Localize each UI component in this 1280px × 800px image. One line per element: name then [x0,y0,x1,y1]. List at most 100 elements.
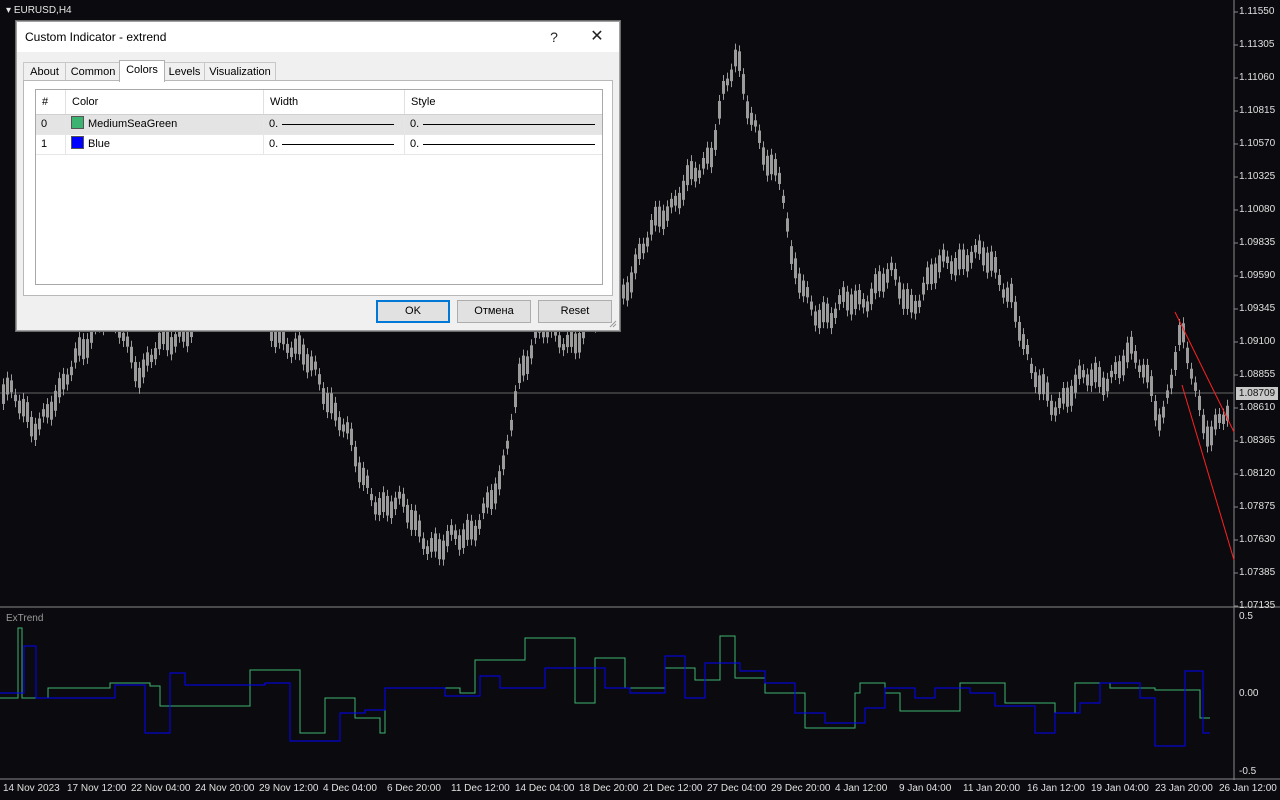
candle-body [454,530,457,540]
candle-body [1134,351,1137,363]
candle-body [1194,382,1197,391]
candle-body [70,366,73,376]
candle-body [478,520,481,529]
time-axis-label: 9 Jan 04:00 [899,783,952,794]
candle-body [482,503,485,514]
style-cell[interactable]: 0. [405,115,602,134]
tab-visualization[interactable]: Visualization [204,62,276,81]
candle-body [766,155,769,176]
ok-button[interactable]: OK [376,300,450,323]
tab-colors[interactable]: Colors [119,60,165,82]
indicator-canvas [0,608,1280,780]
candle-body [742,74,745,94]
candle-body [386,495,389,516]
price-axis-label: 1.10570 [1239,138,1276,149]
style-cell[interactable]: 0. [405,135,602,154]
candle-body [334,402,337,421]
candle-body [862,299,865,308]
candle-body [350,428,353,446]
width-cell[interactable]: 0. [264,115,405,134]
price-axis-label: 1.09100 [1239,336,1276,347]
candle-body [318,374,321,385]
candle-body [702,157,705,169]
candle-body [562,344,565,351]
column-header-index: # [36,90,66,114]
candle-body [658,206,661,227]
candle-body [414,510,417,531]
candle-body [622,284,625,299]
column-header-width: Width [264,90,405,114]
close-button[interactable]: ✕ [583,24,611,50]
tab-about[interactable]: About [23,62,66,81]
time-axis-label: 27 Dec 04:00 [707,783,767,794]
candle-body [782,195,785,203]
candle-body [138,367,141,388]
resize-grip-icon[interactable] [609,320,617,328]
candle-body [6,377,9,395]
candle-body [502,455,505,470]
time-axis-label: 11 Dec 12:00 [451,783,510,794]
candle-body [966,255,969,272]
candle-body [490,490,493,509]
dialog-title: Custom Indicator - extrend [25,30,167,44]
candle-body [1126,342,1129,363]
candle-body [122,332,125,341]
candle-body [1018,321,1021,341]
tab-levels[interactable]: Levels [164,62,205,81]
candle-body [834,308,837,318]
tab-common[interactable]: Common [65,62,121,81]
candle-body [854,290,857,310]
candle-body [506,440,509,449]
dialog-titlebar[interactable]: Custom Indicator - extrend ? ✕ [17,22,619,52]
candle-body [638,243,641,260]
candle-body [438,539,441,560]
candle-body [942,249,945,262]
candle-body [1098,367,1101,387]
cancel-button[interactable]: Отмена [457,300,531,323]
indicator-window[interactable] [0,608,1280,780]
candle-body [1090,369,1093,386]
candle-body [130,346,133,363]
time-axis-label: 22 Nov 04:00 [131,783,191,794]
candle-body [2,384,5,404]
candle-body [962,249,965,269]
candle-body [150,354,153,363]
candle-body [842,287,845,302]
candle-body [898,282,901,299]
candle-body [1062,388,1065,404]
table-row[interactable]: 1 Blue 0. 0. [36,135,602,155]
table-row[interactable]: 0 MediumSeaGreen 0. 0. [36,115,602,135]
candle-body [14,394,17,402]
color-cell[interactable]: MediumSeaGreen [66,115,264,134]
table-header: # Color Width Style [36,90,602,115]
color-cell[interactable]: Blue [66,135,264,154]
reset-button[interactable]: Reset [538,300,612,323]
time-axis-label: 21 Dec 12:00 [643,783,703,794]
candle-body [894,268,897,280]
candle-body [470,520,473,540]
candle-body [958,249,961,270]
candle-body [626,282,629,301]
candle-body [146,352,149,366]
candle-body [982,247,985,266]
time-axis-label: 17 Nov 12:00 [67,783,127,794]
candle-body [1186,347,1189,364]
candle-body [778,172,781,185]
candle-body [790,246,793,264]
help-button[interactable]: ? [545,26,563,48]
candle-body [458,535,461,550]
candle-body [634,254,637,274]
candle-body [338,417,341,431]
candle-body [706,147,709,164]
candle-body [182,329,185,342]
candle-body [838,295,841,305]
style-line-sample [423,124,595,125]
price-axis-label: 1.08365 [1239,435,1276,446]
indicator-axis-label: 0.5 [1239,611,1253,622]
column-header-color: Color [66,90,264,114]
candle-body [1058,397,1061,409]
width-cell[interactable]: 0. [264,135,405,154]
candle-body [62,373,65,390]
time-axis-label: 16 Jan 12:00 [1027,783,1085,794]
candle-body [798,273,801,293]
